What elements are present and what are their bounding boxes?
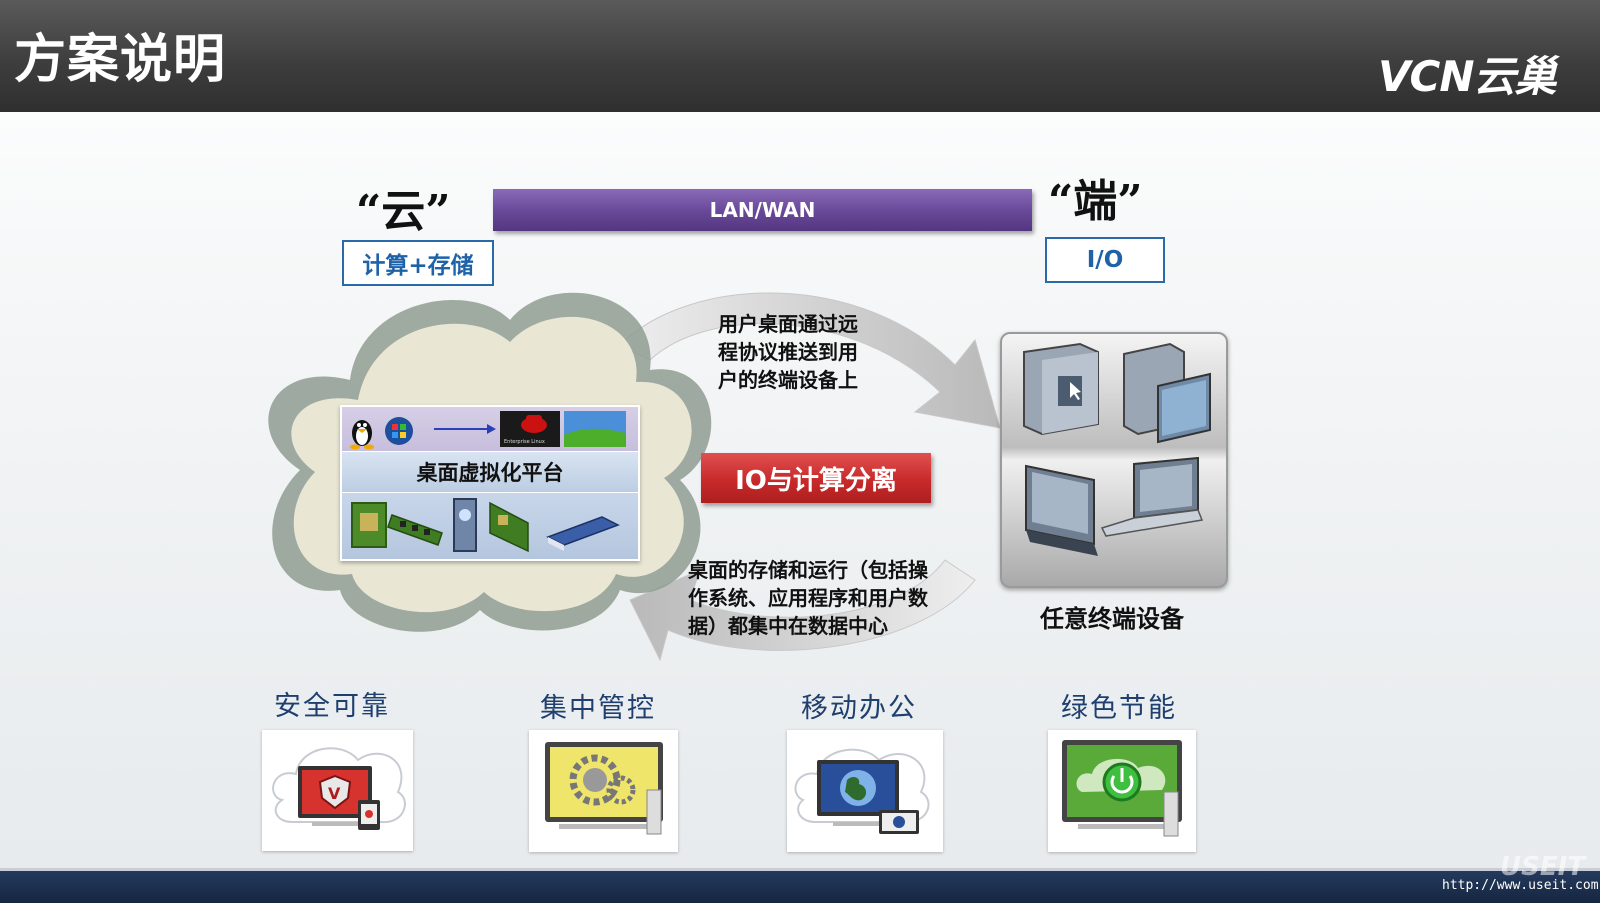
storage-line: 据）都集中在数据中心 xyxy=(688,614,888,638)
os-icons: Enterprise Linux xyxy=(350,411,626,450)
push-line: 用户桌面通过远 xyxy=(718,312,858,336)
endpoint-title: “端” xyxy=(1048,176,1143,227)
windows-xp-wallpaper-icon xyxy=(564,411,626,447)
feature-card-green xyxy=(1048,730,1196,852)
svg-text:V: V xyxy=(328,784,341,803)
cloud-title: “云” xyxy=(356,186,451,237)
right-arrow-icon xyxy=(434,424,496,434)
thin-client-icon xyxy=(1023,342,1099,436)
os-strip: Enterprise Linux xyxy=(342,407,638,451)
desktop-pc-icon xyxy=(1123,342,1211,444)
os-badge-text: Enterprise Linux xyxy=(504,439,545,445)
push-line: 户的终端设备上 xyxy=(718,368,858,392)
platform-label: 桌面虚拟化平台 xyxy=(342,451,638,493)
storage-line: 作系统、应用程序和用户数 xyxy=(688,586,928,610)
tablet-keyboard-icon xyxy=(1025,464,1098,556)
storage-description: 桌面的存储和运行（包括操 作系统、应用程序和用户数 据）都集中在数据中心 xyxy=(688,556,988,640)
compute-storage-label: 计算+存储 xyxy=(342,240,494,286)
laptop-icon xyxy=(1100,456,1204,537)
footer-url: http://www.useit.com.cn xyxy=(1442,878,1600,893)
terminal-devices-panel xyxy=(1000,332,1228,588)
hardware-icons xyxy=(351,498,620,553)
terminals-caption: 任意终端设备 xyxy=(1040,605,1184,633)
hard-drive-icon xyxy=(453,498,477,552)
redhat-enterprise-linux-icon: Enterprise Linux xyxy=(500,411,560,447)
gears-icon xyxy=(545,742,663,835)
feature-label-mobile: 移动办公 xyxy=(801,693,917,724)
linux-penguin-icon xyxy=(350,420,374,450)
virtualization-platform: Enterprise Linux 桌面虚拟化平台 xyxy=(340,405,640,561)
memory-module-icon xyxy=(387,514,443,546)
feature-label-security: 安全可靠 xyxy=(274,691,390,722)
lan-wan-bar: LAN/WAN xyxy=(493,189,1032,231)
power-icon xyxy=(1062,740,1182,837)
terminal-devices-graphic xyxy=(1023,342,1211,556)
feature-label-management: 集中管控 xyxy=(540,693,656,724)
globe-icon xyxy=(794,748,930,834)
network-switch-icon xyxy=(546,516,620,551)
io-compute-separation-label: IO与计算分离 xyxy=(701,453,931,503)
hardware-strip xyxy=(342,493,638,559)
feature-card-security: V xyxy=(262,730,413,851)
storage-line: 桌面的存储和运行（包括操 xyxy=(688,558,928,582)
push-description: 用户桌面通过远 程协议推送到用 户的终端设备上 xyxy=(718,310,898,394)
footer-bar xyxy=(0,868,1600,903)
shield-icon: V xyxy=(272,747,406,830)
feature-label-green: 绿色节能 xyxy=(1061,693,1177,724)
io-label: I/O xyxy=(1045,237,1165,283)
windows-logo-icon xyxy=(385,417,413,445)
push-line: 程协议推送到用 xyxy=(718,340,858,364)
cpu-chip-icon xyxy=(351,502,387,548)
feature-card-mobile xyxy=(787,730,943,852)
feature-card-management xyxy=(529,730,678,852)
network-card-icon xyxy=(489,501,529,553)
